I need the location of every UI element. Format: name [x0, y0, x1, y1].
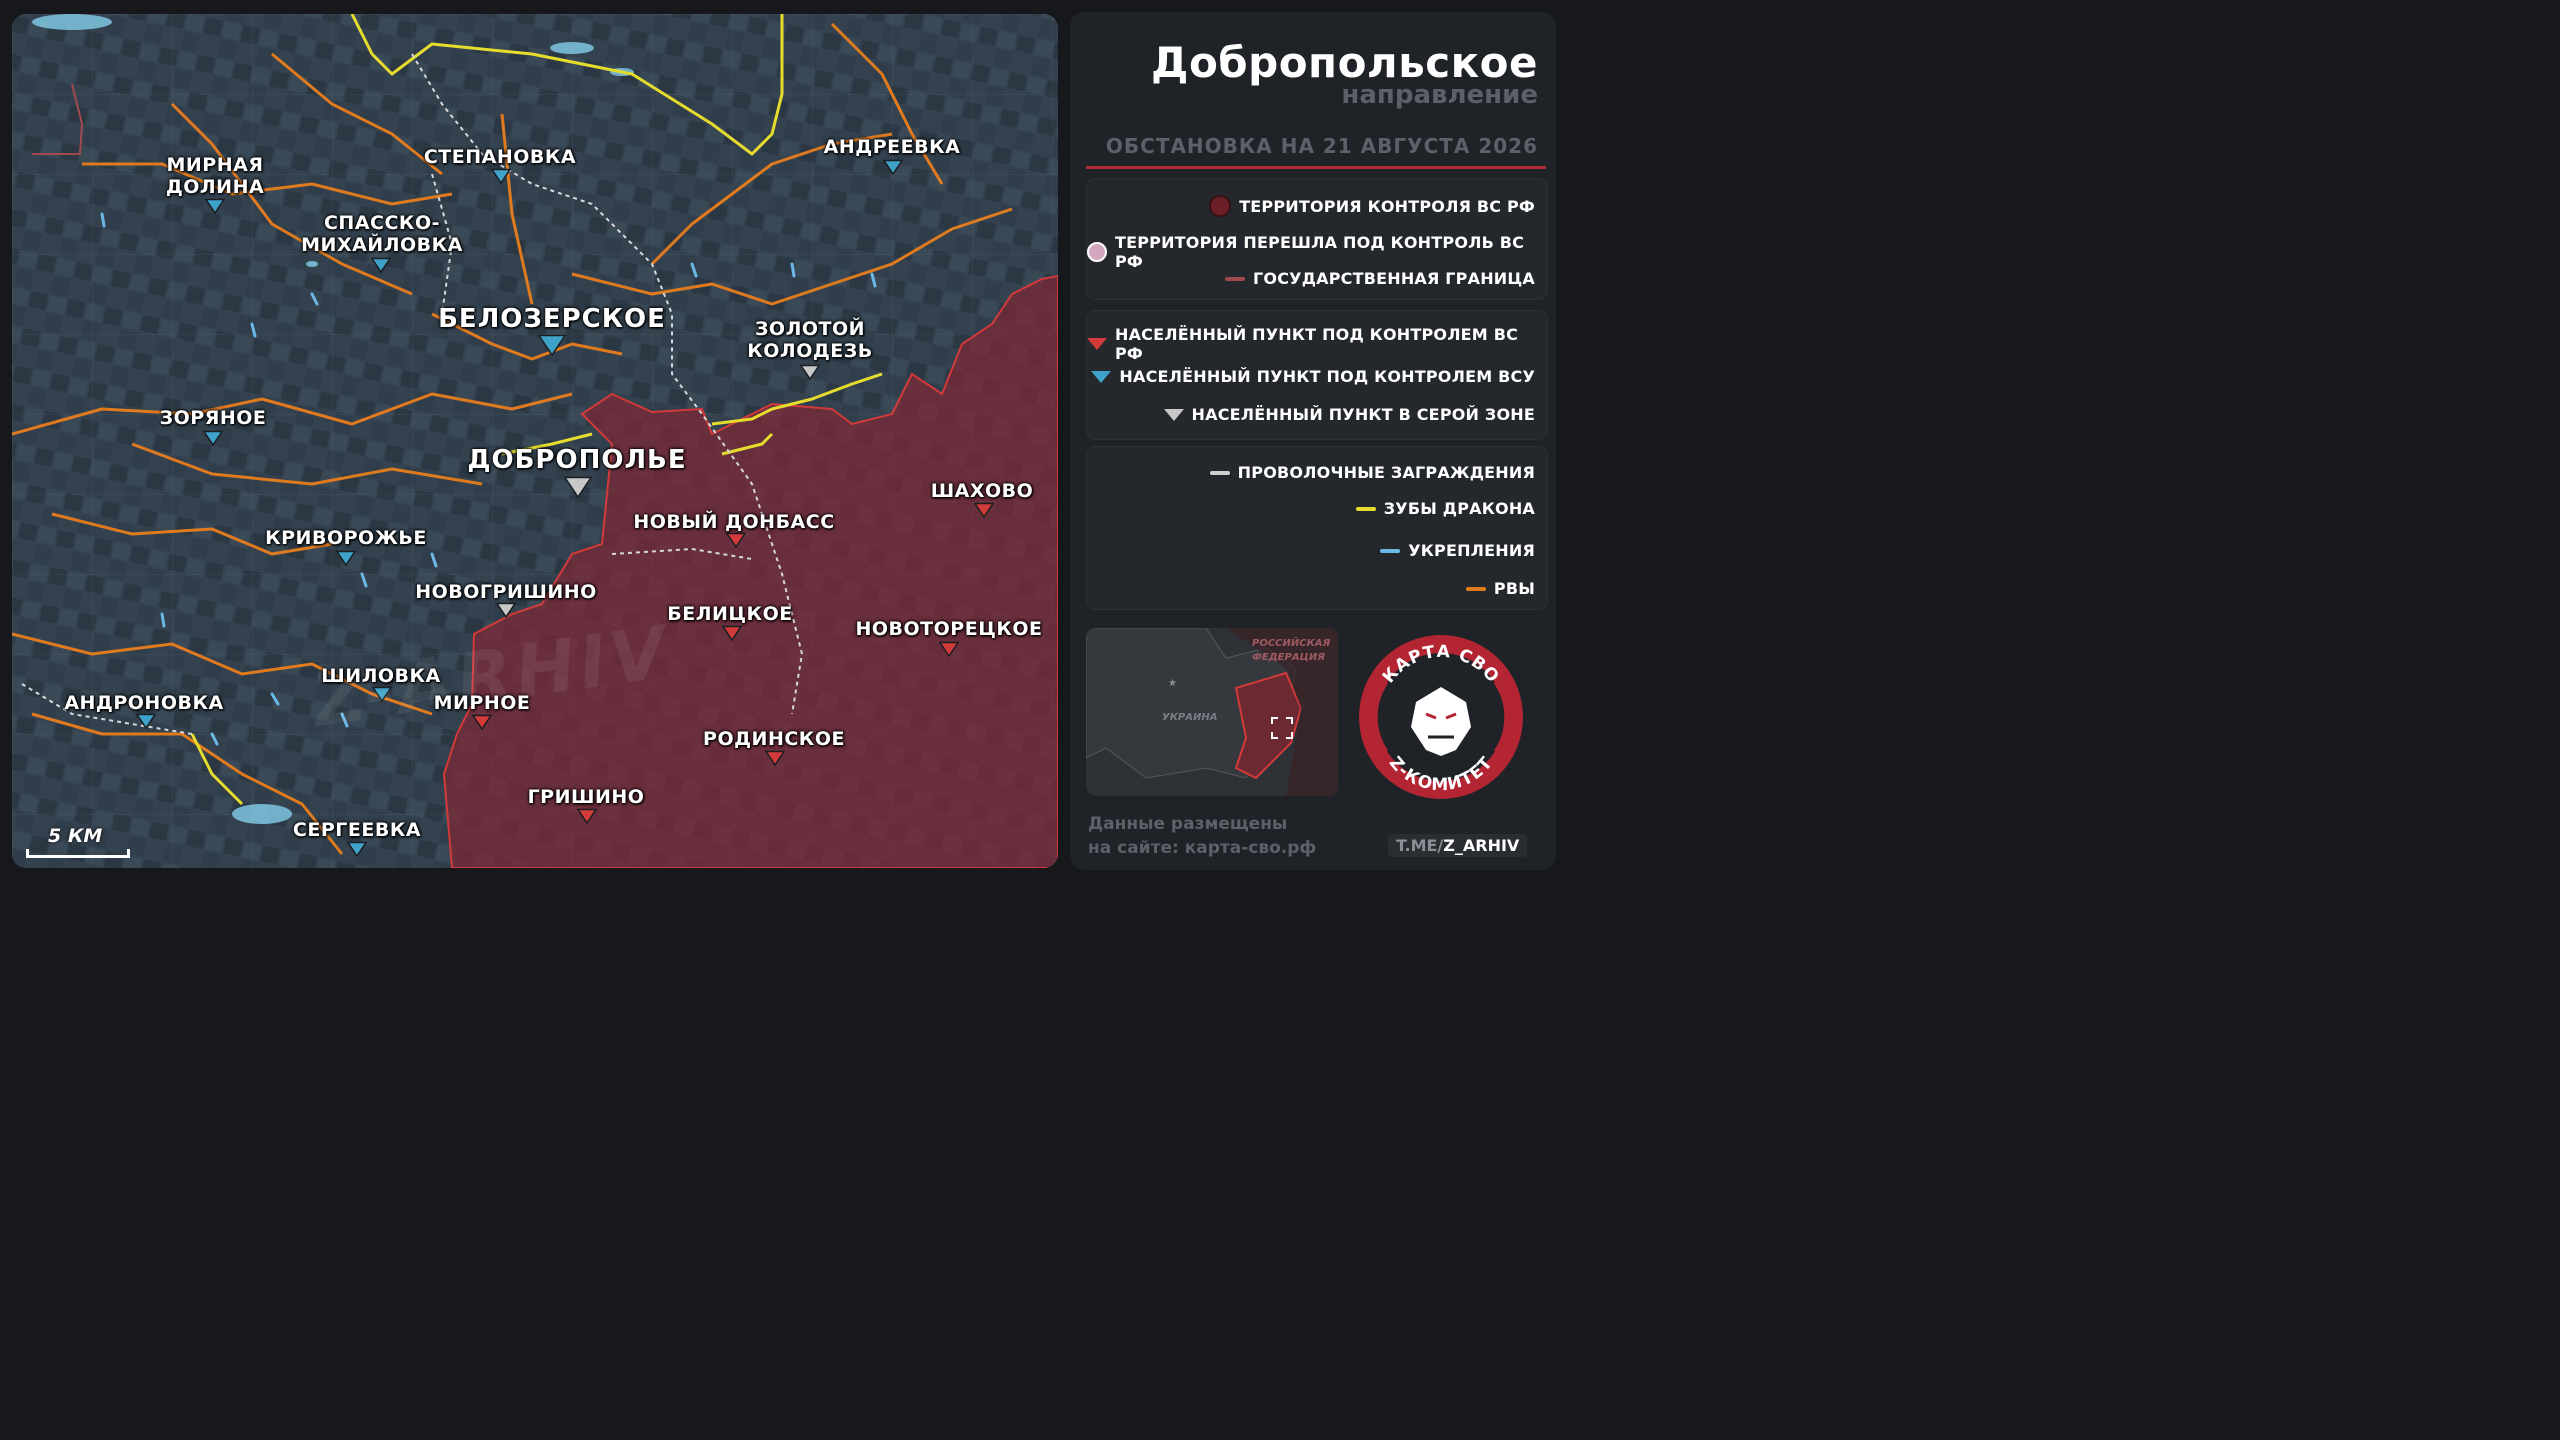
footer-line1: Данные размещены: [1088, 814, 1288, 834]
legend-label: ЗУБЫ ДРАКОНА: [1383, 499, 1535, 518]
town-label-novy-donbass: НОВЫЙ ДОНБАСС: [633, 511, 835, 533]
town-name-line1: СПАССКО-: [323, 212, 440, 234]
infographic: Z-ARHIV МИРНАЯ ДОЛИНА СТЕПАНОВКА АНДРЕЕВ…: [0, 0, 1568, 882]
town-label-sergeevka: СЕРГЕЕВКА: [292, 819, 422, 841]
ditches-swatch: [1465, 586, 1486, 591]
town-label-shilovka: ШИЛОВКА: [321, 665, 441, 687]
town-label-rodinskoe: РОДИНСКОЕ: [703, 728, 845, 750]
town-name-line1: МИРНАЯ: [166, 154, 264, 176]
inset-ukraine-label: УКРАИНА: [1162, 712, 1217, 723]
ua-settlement-triangle-icon: [1091, 370, 1112, 383]
town-name-line2: ДОЛИНА: [165, 176, 265, 198]
new-territory-swatch: [1087, 242, 1107, 262]
inset-capital-star: ★: [1168, 678, 1177, 689]
legend-item-ru-settlement: НАСЕЛЁННЫЙ ПУНКТ ПОД КОНТРОЛЕМ ВС РФ: [1087, 325, 1535, 363]
inset-russia-label-2: ФЕДЕРАЦИЯ: [1252, 652, 1325, 663]
telegram-link[interactable]: T.ME/Z_ARHIV: [1388, 834, 1528, 857]
inset-russia-label-1: РОССИЙСКАЯ: [1252, 636, 1330, 649]
town-label-novogrishino: НОВОГРИШИНО: [415, 581, 597, 603]
town-label-shahovo: ШАХОВО: [930, 480, 1034, 502]
legend-label: НАСЕЛЁННЫЙ ПУНКТ В СЕРОЙ ЗОНЕ: [1191, 405, 1535, 424]
town-label-belitskoe: БЕЛИЦКОЕ: [667, 603, 793, 625]
dragon-teeth-swatch: [1355, 506, 1376, 511]
scale-ruler: [26, 849, 130, 858]
town-label-zoryanoe: ЗОРЯНОЕ: [159, 407, 267, 429]
legend-lines-box: ПРОВОЛОЧНЫЕ ЗАГРАЖДЕНИЯ ЗУБЫ ДРАКОНА УКР…: [1086, 446, 1548, 610]
legend-label: ТЕРРИТОРИЯ КОНТРОЛЯ ВС РФ: [1239, 196, 1535, 216]
legend-label: УКРЕПЛЕНИЯ: [1408, 541, 1535, 560]
ru-settlement-triangle-icon: [1087, 338, 1107, 350]
map-area: Z-ARHIV МИРНАЯ ДОЛИНА СТЕПАНОВКА АНДРЕЕВ…: [12, 14, 1058, 868]
legend-item-fortifications: УКРЕПЛЕНИЯ: [1380, 541, 1535, 560]
inset-canvas: ★ УКРАИНА РОССИЙСКАЯ ФЕДЕРАЦИЯ: [1086, 628, 1338, 796]
town-name-line2: КОЛОДЕЗЬ: [747, 340, 873, 362]
legend-label: ГОСУДАРСТВЕННАЯ ГРАНИЦА: [1253, 269, 1535, 288]
footer-note: Данные размещены на сайте: карта-сво.рф: [1088, 812, 1316, 860]
fortifications-swatch: [1380, 548, 1401, 553]
town-label-mirnoe: МИРНОЕ: [433, 692, 531, 714]
town-name-line2: МИХАЙЛОВКА: [301, 234, 463, 256]
town-label-zolotoy-kolodez: ЗОЛОТОЙ КОЛОДЕЗЬ: [747, 318, 873, 362]
town-label-andreevka: АНДРЕЕВКА: [823, 136, 961, 158]
town-label-stepanovka: СТЕПАНОВКА: [423, 146, 577, 168]
legend-item-state-border: ГОСУДАРСТВЕННАЯ ГРАНИЦА: [1225, 269, 1535, 288]
emblem-logo: КАРТА СВО Z-КОМИТЕТ: [1356, 632, 1526, 802]
scale-bar: 5 КМ: [26, 825, 130, 858]
legend-item-ru-territory: ТЕРРИТОРИЯ КОНТРОЛЯ ВС РФ: [1209, 195, 1535, 217]
page-subtitle: направление: [1341, 80, 1538, 110]
town-label-grishino: ГРИШИНО: [527, 786, 645, 808]
inset-overview-map: ★ УКРАИНА РОССИЙСКАЯ ФЕДЕРАЦИЯ: [1086, 628, 1338, 796]
legend-settlement-box: НАСЕЛЁННЫЙ ПУНКТ ПОД КОНТРОЛЕМ ВС РФ НАС…: [1086, 310, 1548, 440]
situation-date: ОБСТАНОВКА НА 21 АВГУСТА 2026: [1105, 134, 1538, 158]
town-label-spassko-mihaylovka: СПАССКО- МИХАЙЛОВКА: [301, 212, 463, 256]
town-label-mirnaya-dolina: МИРНАЯ ДОЛИНА: [166, 154, 264, 198]
scale-label: 5 КМ: [48, 825, 103, 847]
legend-item-new-territory: ТЕРРИТОРИЯ ПЕРЕШЛА ПОД КОНТРОЛЬ ВС РФ: [1087, 233, 1535, 271]
ru-territory-swatch: [1209, 195, 1232, 217]
legend-item-wire: ПРОВОЛОЧНЫЕ ЗАГРАЖДЕНИЯ: [1209, 463, 1535, 482]
legend-label: ПРОВОЛОЧНЫЕ ЗАГРАЖДЕНИЯ: [1237, 463, 1535, 482]
legend-label: ТЕРРИТОРИЯ ПЕРЕШЛА ПОД КОНТРОЛЬ ВС РФ: [1115, 233, 1525, 271]
emblem-svg: КАРТА СВО Z-КОМИТЕТ: [1359, 635, 1523, 799]
legend-territory-box: ТЕРРИТОРИЯ КОНТРОЛЯ ВС РФ ТЕРРИТОРИЯ ПЕР…: [1086, 178, 1548, 300]
legend-item-ua-settlement: НАСЕЛЁННЫЙ ПУНКТ ПОД КОНТРОЛЕМ ВСУ: [1091, 367, 1535, 386]
wire-swatch: [1209, 470, 1230, 475]
legend-item-dragon-teeth: ЗУБЫ ДРАКОНА: [1355, 499, 1535, 518]
title-divider: [1086, 166, 1546, 169]
legend-label: РВЫ: [1493, 579, 1535, 598]
legend-label: НАСЕЛЁННЫЙ ПУНКТ ПОД КОНТРОЛЕМ ВС РФ: [1115, 325, 1519, 363]
footer-line2: на сайте: карта-сво.рф: [1088, 838, 1317, 858]
legend-label: НАСЕЛЁННЫЙ ПУНКТ ПОД КОНТРОЛЕМ ВСУ: [1119, 367, 1535, 386]
handle-prefix: T.ME/: [1396, 836, 1444, 855]
state-border-swatch: [1225, 276, 1246, 281]
handle-name: Z_ARHIV: [1443, 836, 1520, 855]
town-label-krivorozhye: КРИВОРОЖЬЕ: [265, 527, 427, 549]
town-name-line1: ЗОЛОТОЙ: [754, 318, 866, 340]
town-label-novotoretskoe: НОВОТОРЕЦКОЕ: [855, 618, 1043, 640]
town-label-belozerskoe: БЕЛОЗЕРСКОЕ: [438, 304, 666, 334]
town-label-dobropolye: ДОБРОПОЛЬЕ: [467, 445, 687, 475]
grey-settlement-triangle-icon: [1163, 408, 1184, 421]
town-label-andronovka: АНДРОНОВКА: [64, 692, 224, 714]
legend-item-ditches: РВЫ: [1465, 579, 1535, 598]
legend-panel: Добропольское направление ОБСТАНОВКА НА …: [1070, 12, 1556, 870]
legend-item-grey-settlement: НАСЕЛЁННЫЙ ПУНКТ В СЕРОЙ ЗОНЕ: [1163, 405, 1535, 424]
